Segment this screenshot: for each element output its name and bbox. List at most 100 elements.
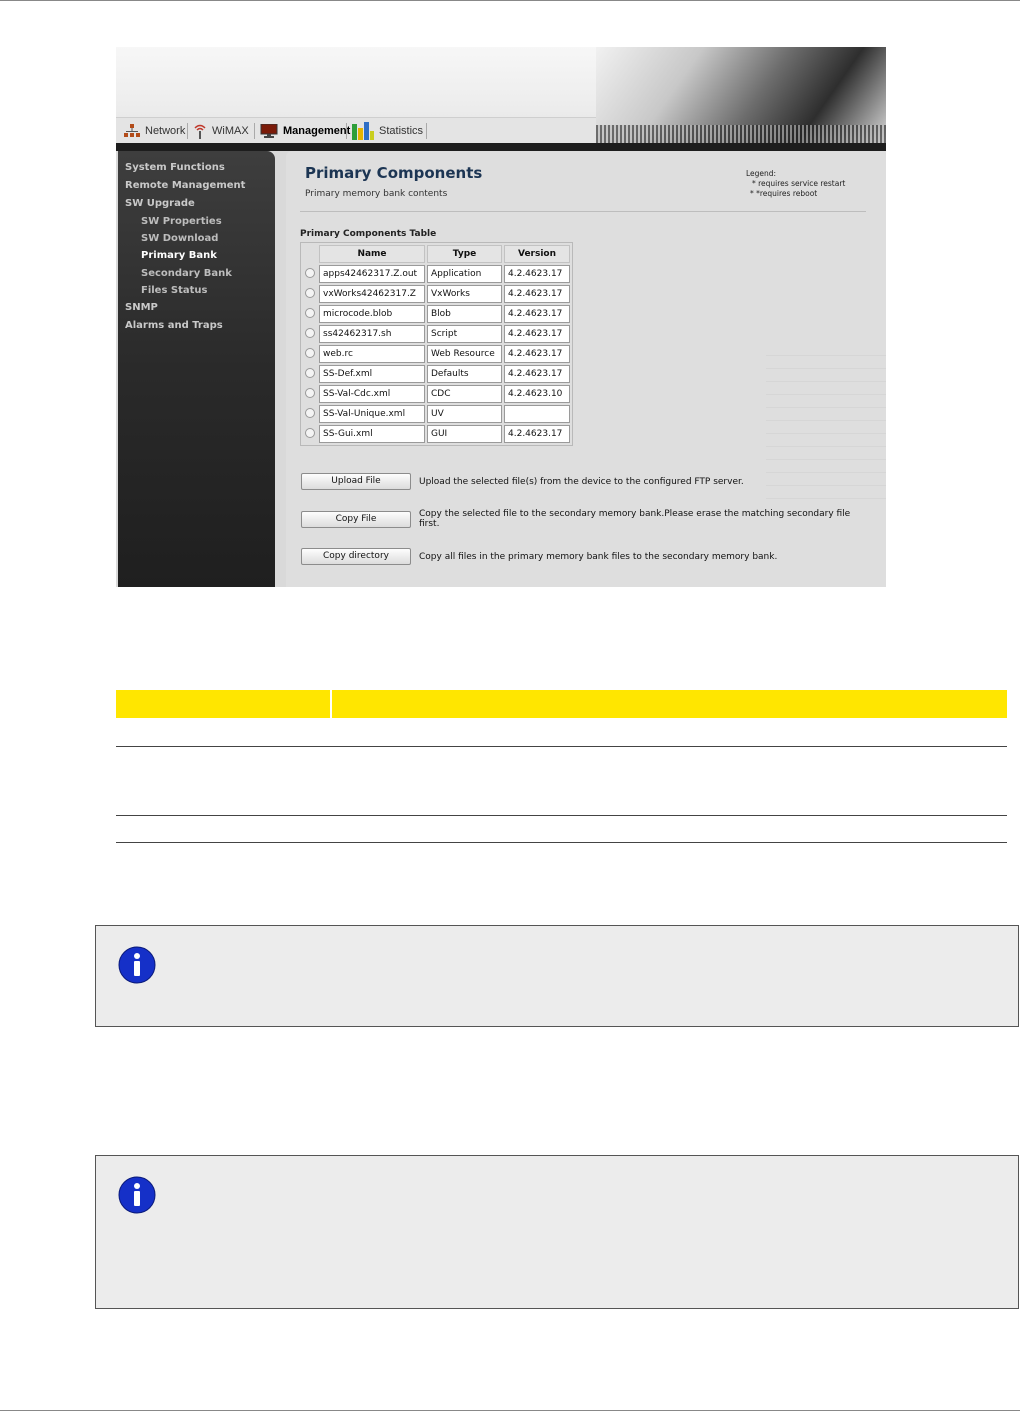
nav-separator: [254, 123, 255, 139]
table-row: web.rc Web Resource 4.2.4623.17: [303, 345, 570, 363]
file-version-field: 4.2.4623.17: [504, 425, 570, 443]
info-note: [95, 925, 1019, 1027]
document-table-rule: [116, 815, 1007, 816]
document-table-header: [116, 690, 1007, 718]
header-column-divider: [330, 690, 332, 718]
table-row: SS-Gui.xml GUI 4.2.4623.17: [303, 425, 570, 443]
file-version-field: 4.2.4623.17: [504, 365, 570, 383]
nav-management[interactable]: Management: [260, 118, 350, 144]
file-version-field: 4.2.4623.17: [504, 325, 570, 343]
table-header-row: Name Type Version: [303, 245, 570, 263]
sidebar-item-sw-download[interactable]: SW Download: [141, 233, 218, 244]
file-version-field: 4.2.4623.17: [504, 305, 570, 323]
page-subtitle: Primary memory bank contents: [305, 189, 448, 199]
top-nav: Network WiMAX Management Statistics: [116, 117, 596, 144]
file-name-field: apps42462317.Z.out: [319, 265, 425, 283]
web-ui-screenshot: Network WiMAX Management Statistics Syst…: [116, 47, 886, 587]
info-icon: [118, 946, 156, 984]
sidebar: System Functions Remote Management SW Up…: [118, 151, 275, 587]
file-name-field: SS-Val-Unique.xml: [319, 405, 425, 423]
sidebar-item-secondary-bank[interactable]: Secondary Bank: [141, 268, 232, 279]
file-version-field: 4.2.4623.17: [504, 345, 570, 363]
sidebar-item-primary-bank[interactable]: Primary Bank: [141, 250, 217, 261]
file-type-field: VxWorks: [427, 285, 502, 303]
page-bottom-rule: [0, 1410, 1020, 1411]
legend-reboot: * *requires reboot: [750, 189, 818, 198]
column-header-type: Type: [427, 245, 502, 263]
row-select-radio[interactable]: [305, 287, 315, 298]
page-title: Primary Components: [305, 164, 483, 182]
file-type-field: Application: [427, 265, 502, 283]
row-select-radio[interactable]: [305, 347, 315, 358]
file-name-field: vxWorks42462317.Z: [319, 285, 425, 303]
file-type-field: Defaults: [427, 365, 502, 383]
copy-file-description: Copy the selected file to the secondary …: [419, 509, 851, 529]
select-column-header: [303, 245, 317, 263]
file-name-field: SS-Def.xml: [319, 365, 425, 383]
primary-components-table: Name Type Version apps42462317.Z.out App…: [300, 242, 573, 446]
file-version-field: 4.2.4623.17: [504, 265, 570, 283]
table-row: SS-Val-Unique.xml UV: [303, 405, 570, 423]
row-select-radio[interactable]: [305, 427, 315, 438]
sidebar-item-files-status[interactable]: Files Status: [141, 285, 207, 296]
row-select-radio[interactable]: [305, 307, 315, 318]
column-header-version: Version: [504, 245, 570, 263]
upload-file-description: Upload the selected file(s) from the dev…: [419, 477, 744, 487]
row-select-radio[interactable]: [305, 267, 315, 278]
copy-file-button[interactable]: Copy File: [301, 511, 411, 528]
row-select-radio[interactable]: [305, 387, 315, 398]
wimax-icon: [194, 124, 206, 139]
sidebar-item-snmp[interactable]: SNMP: [125, 302, 158, 313]
sidebar-item-sw-properties[interactable]: SW Properties: [141, 216, 222, 227]
upload-file-button[interactable]: Upload File: [301, 473, 411, 490]
file-version-field: 4.2.4623.17: [504, 285, 570, 303]
row-select-radio[interactable]: [305, 327, 315, 338]
file-version-field: [504, 405, 570, 423]
file-type-field: Web Resource: [427, 345, 502, 363]
sidebar-item-alarms-and-traps[interactable]: Alarms and Traps: [125, 320, 223, 331]
sidebar-item-system-functions[interactable]: System Functions: [125, 162, 225, 173]
legend: Legend: * requires service restart * *re…: [746, 169, 845, 199]
network-icon: [124, 124, 140, 137]
nav-separator: [346, 123, 347, 139]
info-note: [95, 1155, 1019, 1309]
file-type-field: Blob: [427, 305, 502, 323]
nav-statistics[interactable]: Statistics: [352, 118, 423, 144]
file-name-field: SS-Gui.xml: [319, 425, 425, 443]
table-row: ss42462317.sh Script 4.2.4623.17: [303, 325, 570, 343]
sidebar-item-remote-management[interactable]: Remote Management: [125, 180, 245, 191]
document-table-rule: [116, 746, 1007, 747]
legend-restart: * requires service restart: [752, 179, 846, 188]
nav-network[interactable]: Network: [124, 118, 185, 144]
table-row: SS-Def.xml Defaults 4.2.4623.17: [303, 365, 570, 383]
column-header-name: Name: [319, 245, 425, 263]
nav-wimax[interactable]: WiMAX: [193, 118, 249, 144]
nav-separator: [426, 123, 427, 139]
background-pattern: [766, 351, 886, 511]
info-icon: [118, 1176, 156, 1214]
management-icon: [260, 124, 278, 138]
file-type-field: Script: [427, 325, 502, 343]
table-row: microcode.blob Blob 4.2.4623.17: [303, 305, 570, 323]
nav-management-label: Management: [283, 125, 351, 137]
row-select-radio[interactable]: [305, 367, 315, 378]
file-type-field: GUI: [427, 425, 502, 443]
nav-statistics-label: Statistics: [379, 125, 424, 137]
file-name-field: ss42462317.sh: [319, 325, 425, 343]
page-top-rule: [0, 0, 1020, 1]
copy-directory-button[interactable]: Copy directory: [301, 548, 411, 565]
header-artwork: [596, 47, 886, 143]
copy-directory-description: Copy all files in the primary memory ban…: [419, 552, 778, 562]
content-panel: Primary Components Primary memory bank c…: [286, 151, 886, 587]
table-row: SS-Val-Cdc.xml CDC 4.2.4623.10: [303, 385, 570, 403]
sidebar-item-sw-upgrade[interactable]: SW Upgrade: [125, 198, 195, 209]
table-row: apps42462317.Z.out Application 4.2.4623.…: [303, 265, 570, 283]
file-type-field: CDC: [427, 385, 502, 403]
table-row: vxWorks42462317.Z VxWorks 4.2.4623.17: [303, 285, 570, 303]
table-caption: Primary Components Table: [300, 229, 437, 239]
legend-title: Legend:: [746, 169, 777, 178]
file-name-field: SS-Val-Cdc.xml: [319, 385, 425, 403]
header-strip: [116, 143, 886, 151]
nav-network-label: Network: [145, 125, 186, 137]
row-select-radio[interactable]: [305, 407, 315, 418]
